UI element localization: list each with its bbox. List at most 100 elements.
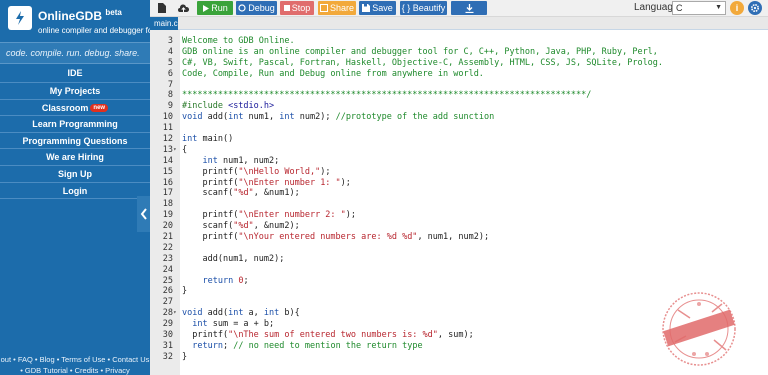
nav-login[interactable]: Login (0, 183, 150, 200)
code-text: return; // no need to mention the return… (192, 340, 423, 351)
code-text: void add(int num1, int num2); //prototyp… (182, 112, 495, 123)
code-text: printf("\nYour entered numbers are: %d %… (202, 232, 490, 243)
onlinegdb-logo-icon (8, 6, 32, 30)
code-text: #include <stdio.h> (182, 101, 275, 112)
code-text: C#, VB, Swift, Pascal, Fortran, Haskell,… (182, 57, 664, 68)
nav-learn-programming[interactable]: Learn Programming (0, 116, 150, 133)
line-number: 14 (162, 155, 173, 166)
new-badge: new (90, 104, 109, 113)
nav-ide[interactable]: IDE (0, 64, 150, 83)
fold-toggle-icon[interactable]: ▾ (173, 145, 180, 156)
nav-classroom-label: Classroom (41, 102, 89, 113)
footer-links-line1[interactable]: out • FAQ • Blog • Terms of Use • Contac… (0, 354, 150, 365)
code-line: 8 ***************************************… (150, 90, 768, 101)
line-number: 19 (162, 210, 173, 221)
brand-name: OnlineGDB beta (38, 8, 122, 23)
code-line: 6 Code, Compile, Run and Debug online fro… (150, 69, 768, 80)
line-number: 7 (167, 79, 173, 90)
line-number: 15 (162, 166, 173, 177)
line-number: 23 (162, 253, 173, 264)
nav-we-are-hiring[interactable]: We are Hiring (0, 149, 150, 166)
download-icon (465, 3, 473, 13)
line-number: 31 (162, 340, 173, 351)
code-text: printf("\nHello World,"); (202, 166, 331, 177)
play-icon (203, 4, 210, 12)
code-text: Welcome to GDB Online. (182, 36, 295, 46)
language-select[interactable]: C ▼ (672, 1, 726, 15)
code-line: 10 void add(int num1, int num2); //protot… (150, 112, 768, 123)
code-text: void add(int a, int b){ (182, 308, 300, 319)
save-button[interactable]: Save (359, 1, 396, 15)
open-project-button[interactable] (174, 1, 192, 15)
code-text: GDB online is an online compiler and deb… (182, 46, 658, 57)
tab-main-c[interactable]: main.c (150, 17, 178, 30)
line-number: 17 (162, 188, 173, 199)
code-line: 16 printf("\nEnter number 1: "); (150, 178, 768, 189)
code-text: Code, Compile, Run and Debug online from… (182, 68, 484, 79)
line-number: 32 (162, 351, 173, 362)
beta-label: beta (105, 8, 122, 17)
line-number: 27 (162, 297, 173, 308)
brand-subtitle: online compiler and debugger for c/c++ (38, 26, 150, 35)
line-number: 11 (162, 123, 173, 134)
nav-classroom[interactable]: Classroom new (0, 100, 150, 117)
chevron-left-icon (140, 208, 147, 220)
code-line: 4 GDB online is an online compiler and de… (150, 47, 768, 58)
line-number: 22 (162, 242, 173, 253)
line-number: 3 (167, 36, 173, 46)
upload-cloud-icon (177, 3, 189, 12)
brand[interactable]: OnlineGDB beta online compiler and debug… (0, 0, 150, 42)
nav-my-projects[interactable]: My Projects (0, 83, 150, 100)
sidebar: OnlineGDB beta online compiler and debug… (0, 0, 150, 375)
new-file-button[interactable] (154, 1, 170, 15)
code-text: } (182, 286, 188, 297)
share-button[interactable]: Share (318, 1, 356, 15)
code-line: 23 add(num1, num2); (150, 254, 768, 265)
code-line: 22 (150, 243, 768, 254)
help-button[interactable]: i (730, 1, 744, 15)
file-icon (158, 3, 166, 13)
code-text: int num1, num2; (202, 155, 280, 166)
toolbar: Run Debug Stop Share Save { } Beautify L… (150, 0, 768, 17)
code-text: printf("\nEnter numberr 2: "); (202, 210, 357, 221)
code-text: int sum = a + b; (192, 319, 275, 330)
code-line: 12 int main() (150, 134, 768, 145)
line-number: 5 (167, 57, 173, 68)
line-number: 18 (162, 199, 173, 210)
line-number: 30 (162, 330, 173, 341)
debug-button[interactable]: Debug (236, 1, 277, 15)
file-tab-bar: main.c (150, 17, 768, 30)
share-icon (319, 4, 328, 12)
code-text: scanf("%d", &num1); (202, 188, 300, 199)
nav-programming-questions[interactable]: Programming Questions (0, 133, 150, 150)
code-text: int main() (182, 134, 234, 145)
collapse-sidebar-button[interactable] (137, 196, 150, 232)
code-text: ****************************************… (182, 90, 592, 101)
footer-links-line2[interactable]: • GDB Tutorial • Credits • Privacy (0, 365, 150, 375)
save-icon (362, 4, 371, 12)
footer-links: out • FAQ • Blog • Terms of Use • Contac… (0, 354, 150, 375)
download-button[interactable] (451, 1, 487, 15)
code-line: 7 (150, 80, 768, 91)
code-line: 19 printf("\nEnter numberr 2: "); (150, 210, 768, 221)
code-text: add(num1, num2); (202, 253, 285, 264)
fold-toggle-icon[interactable]: ▾ (173, 308, 180, 319)
beautify-button[interactable]: { } Beautify (400, 1, 447, 15)
code-line: 24 (150, 265, 768, 276)
code-line: 18 (150, 199, 768, 210)
stop-icon (283, 5, 290, 11)
settings-button[interactable] (748, 1, 762, 15)
line-number: 24 (162, 264, 173, 275)
code-line: 21 printf("\nYour entered numbers are: %… (150, 232, 768, 243)
code-text: printf("\nEnter number 1: "); (202, 177, 351, 188)
line-number: 20 (162, 221, 173, 232)
nav-sign-up[interactable]: Sign Up (0, 166, 150, 183)
stop-button[interactable]: Stop (280, 1, 314, 15)
tagline: code. compile. run. debug. share. (0, 42, 150, 64)
chevron-down-icon: ▼ (715, 4, 722, 11)
debug-icon (238, 4, 246, 12)
code-line: 5 C#, VB, Swift, Pascal, Fortran, Haskell… (150, 58, 768, 69)
run-button[interactable]: Run (197, 1, 233, 15)
code-text: return 0; (202, 275, 249, 286)
code-line: 14 int num1, num2; (150, 156, 768, 167)
